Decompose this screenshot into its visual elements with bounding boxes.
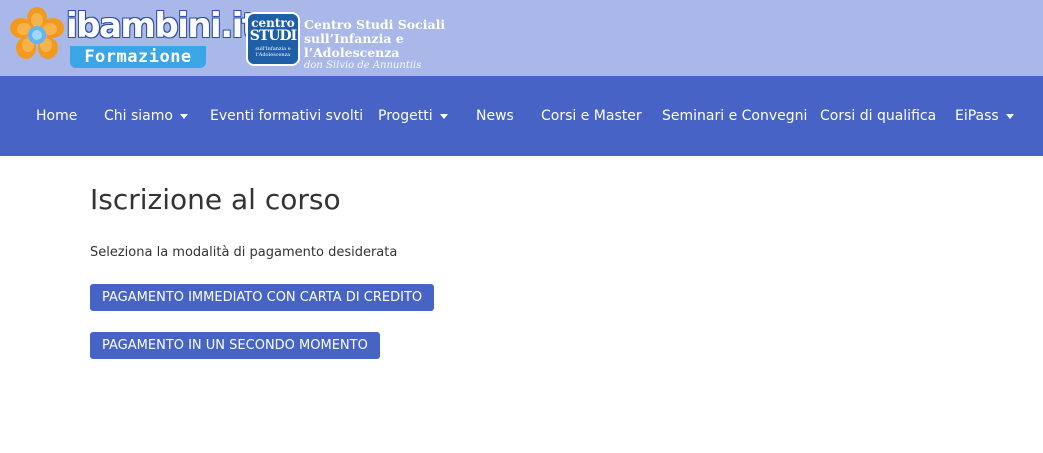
nav-corsi-master[interactable]: Corsi e Master [541,76,642,156]
nav-eventi-formativi[interactable]: Eventi formativi svolti [210,76,363,156]
nav-news[interactable]: News [476,76,514,156]
nav-home[interactable]: Home [36,76,77,156]
caret-down-icon [439,113,448,119]
centro-studi-mark-icon: centro STUDI sull'Infanzia e l'Adolescen… [246,12,300,66]
main-navbar: Home Chi siamo Eventi formativi svolti P… [0,76,1043,156]
nav-corsi-qualifica[interactable]: Corsi di qualifica [820,76,936,156]
brand-subtitle: Formazione [70,46,206,68]
pay-later-button[interactable]: PAGAMENTO IN UN SECONDO MOMENTO [90,332,380,359]
site-header: ibambini.it Formazione centro STUDI sull… [0,0,1043,76]
nav-eipass[interactable]: EiPass [955,76,1014,156]
brand-name: ibambini.it [66,6,258,46]
caret-down-icon [179,113,188,119]
nav-seminari-convegni[interactable]: Seminari e Convegni [662,76,807,156]
flower-logo-icon [10,7,64,59]
ibambini-logo[interactable]: ibambini.it Formazione [8,6,258,68]
payment-intro-text: Seleziona la modalità di pagamento desid… [90,245,398,260]
nav-chi-siamo[interactable]: Chi siamo [104,76,188,156]
centro-studi-text: Centro Studi Sociali sull’Infanzia e l’A… [304,17,446,72]
page-title: Iscrizione al corso [90,183,341,216]
pay-by-card-button[interactable]: PAGAMENTO IMMEDIATO CON CARTA DI CREDITO [90,284,435,311]
nav-progetti[interactable]: Progetti [378,76,448,156]
centro-studi-logo[interactable]: centro STUDI sull'Infanzia e l'Adolescen… [246,12,496,71]
caret-down-icon [1005,113,1014,119]
